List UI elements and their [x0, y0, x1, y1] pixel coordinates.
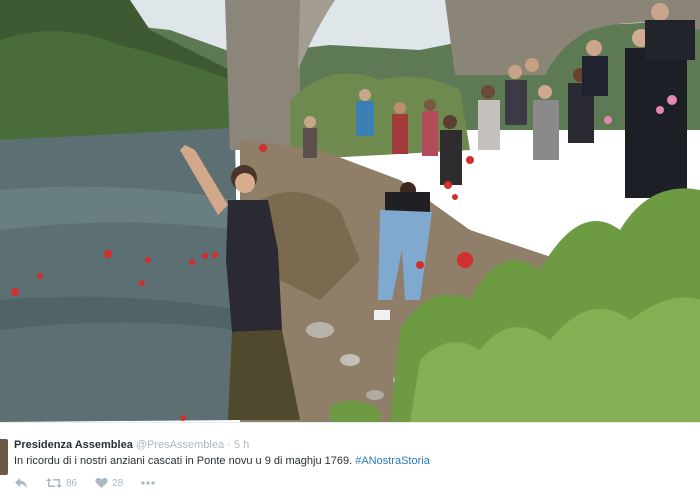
tweet-text: In ricordu di i nostri anziani cascati i…	[14, 455, 430, 467]
tweet-body: In ricordu di i nostri anziani cascati i…	[14, 455, 353, 467]
heart-icon	[95, 477, 108, 488]
separator: ·	[227, 439, 231, 451]
more-button[interactable]	[141, 481, 155, 485]
tweet-actions: 86 28	[14, 475, 173, 491]
like-count: 28	[112, 477, 124, 489]
hashtag-link[interactable]: #ANostraStoria	[355, 455, 430, 467]
like-button[interactable]: 28	[95, 477, 123, 489]
reply-button[interactable]	[14, 477, 28, 489]
avatar[interactable]	[0, 439, 8, 475]
more-icon	[141, 481, 155, 485]
retweet-button[interactable]: 86	[46, 477, 77, 489]
photo-scene	[0, 0, 700, 422]
author-name[interactable]: Presidenza Assemblea	[14, 439, 133, 451]
tweet-card: Presidenza Assemblea @PresAssemblea · 5 …	[0, 422, 700, 500]
tweet-photo[interactable]	[0, 0, 700, 422]
tweet-header: Presidenza Assemblea @PresAssemblea · 5 …	[14, 439, 249, 451]
author-handle[interactable]: @PresAssemblea	[136, 439, 224, 451]
retweet-icon	[46, 478, 62, 488]
retweet-count: 86	[66, 477, 78, 489]
tweet-timestamp[interactable]: 5 h	[234, 439, 249, 451]
reply-icon	[15, 478, 27, 488]
